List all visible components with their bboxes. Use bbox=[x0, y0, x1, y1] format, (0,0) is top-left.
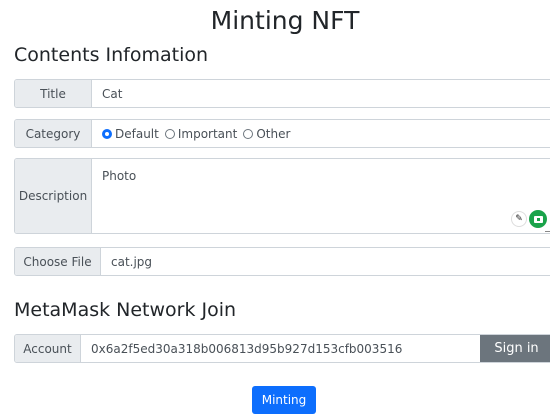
file-name: cat.jpg bbox=[111, 254, 153, 269]
category-label: Category bbox=[15, 120, 92, 147]
account-input[interactable]: 0x6a2f5ed30a318b006813d95b927d153cfb0035… bbox=[81, 335, 480, 362]
description-textarea[interactable]: Photo ✎ bbox=[92, 159, 550, 233]
title-input[interactable]: Cat bbox=[92, 80, 550, 107]
page-title: Minting NFT bbox=[210, 6, 360, 35]
account-input-group: Account 0x6a2f5ed30a318b006813d95b927d15… bbox=[14, 334, 550, 363]
metamask-section-title: MetaMask Network Join bbox=[14, 299, 237, 321]
category-input-group: Category Default Important Other bbox=[14, 119, 550, 148]
radio-important-label[interactable]: Important bbox=[178, 127, 238, 141]
radio-important[interactable] bbox=[164, 128, 175, 139]
radio-other-label[interactable]: Other bbox=[256, 127, 290, 141]
resize-grip-icon[interactable] bbox=[545, 225, 550, 232]
description-input-group: Description Photo ✎ bbox=[14, 158, 550, 234]
radio-default[interactable] bbox=[102, 128, 112, 139]
description-label: Description bbox=[15, 159, 92, 233]
textarea-widgets: ✎ bbox=[511, 210, 547, 228]
title-label: Title bbox=[15, 80, 92, 107]
file-input-group: Choose File cat.jpg bbox=[14, 247, 550, 276]
sign-in-button[interactable]: Sign in bbox=[480, 335, 550, 362]
radio-default-label[interactable]: Default bbox=[115, 127, 159, 141]
title-input-group: Title Cat bbox=[14, 79, 550, 108]
radio-other[interactable] bbox=[243, 128, 254, 139]
pen-icon[interactable]: ✎ bbox=[511, 211, 527, 227]
category-radio-group: Default Important Other bbox=[92, 120, 550, 147]
contents-section-title: Contents Infomation bbox=[14, 44, 209, 66]
account-label: Account bbox=[15, 335, 81, 362]
description-text: Photo bbox=[102, 169, 137, 183]
minting-button[interactable]: Minting bbox=[252, 386, 316, 414]
choose-file-button[interactable]: Choose File bbox=[15, 248, 101, 275]
